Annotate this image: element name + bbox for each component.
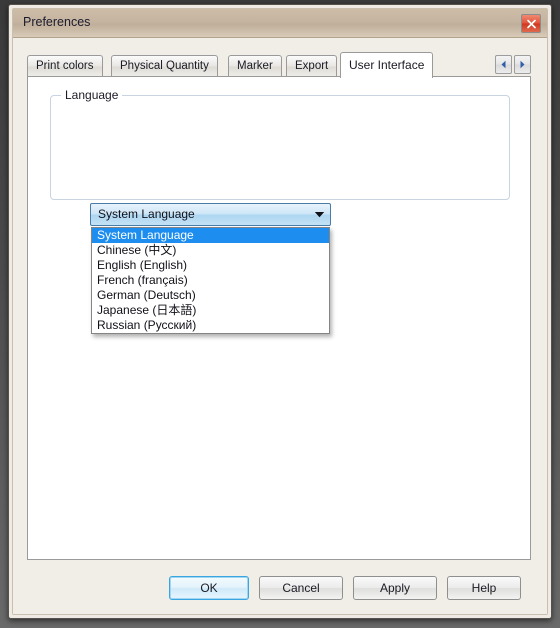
dropdown-option-english[interactable]: English (English) — [92, 258, 329, 273]
tab-nav-next-button[interactable] — [514, 55, 531, 74]
dropdown-option-french[interactable]: French (français) — [92, 273, 329, 288]
preferences-dialog: Preferences Print colors Physical Quanti… — [8, 4, 552, 619]
dropdown-option-german[interactable]: German (Deutsch) — [92, 288, 329, 303]
dialog-body: Print colors Physical Quantity Marker Ex… — [13, 38, 547, 614]
help-button[interactable]: Help — [447, 576, 521, 600]
apply-button[interactable]: Apply — [353, 576, 437, 600]
language-group-box: Language — [50, 88, 510, 200]
dropdown-option-system-language[interactable]: System Language — [92, 228, 329, 243]
tab-content-panel: Language System Language System Language… — [27, 76, 531, 560]
tab-strip: Print colors Physical Quantity Marker Ex… — [27, 52, 531, 78]
language-combobox-value: System Language — [98, 207, 195, 221]
ok-button[interactable]: OK — [169, 576, 249, 600]
dialog-inner-frame: Preferences Print colors Physical Quanti… — [12, 8, 548, 615]
close-button[interactable] — [521, 14, 541, 33]
tab-export[interactable]: Export — [286, 55, 338, 77]
dropdown-option-russian[interactable]: Russian (Русский) — [92, 318, 329, 333]
language-group-label: Language — [61, 88, 123, 102]
tab-print-colors[interactable]: Print colors — [27, 55, 103, 77]
dropdown-option-chinese[interactable]: Chinese (中文) — [92, 243, 329, 258]
tab-user-interface[interactable]: User Interface — [340, 52, 434, 78]
dialog-button-bar: OK Cancel Apply Help — [13, 546, 547, 614]
chevron-down-icon — [309, 205, 329, 224]
tab-nav-prev-button[interactable] — [495, 55, 512, 74]
close-x-icon — [526, 19, 537, 29]
triangle-left-icon — [500, 56, 507, 74]
dropdown-option-japanese[interactable]: Japanese (日本語) — [92, 303, 329, 318]
cancel-button[interactable]: Cancel — [259, 576, 343, 600]
title-bar[interactable]: Preferences — [13, 9, 547, 38]
tab-nav-buttons — [495, 55, 531, 74]
language-combobox[interactable]: System Language — [90, 203, 331, 226]
desktop-background: Preferences Print colors Physical Quanti… — [0, 0, 560, 628]
window-title: Preferences — [23, 15, 91, 29]
triangle-right-icon — [519, 56, 526, 74]
tab-marker[interactable]: Marker — [228, 55, 282, 77]
language-dropdown-list[interactable]: System Language Chinese (中文) English (En… — [91, 227, 330, 334]
tab-physical-quantity[interactable]: Physical Quantity — [111, 55, 218, 77]
